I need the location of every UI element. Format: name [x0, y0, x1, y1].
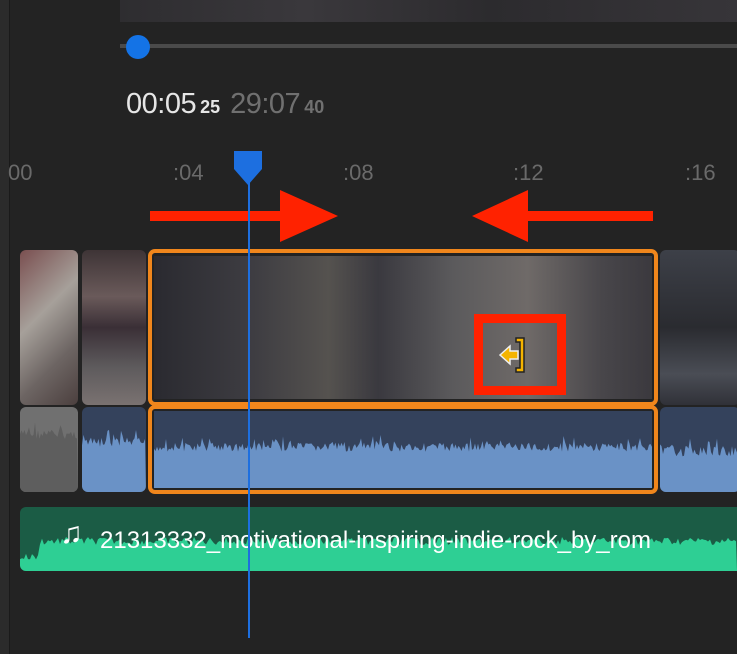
video-clip[interactable] [82, 250, 146, 405]
ruler-label: 00 [8, 160, 33, 185]
scrubber-handle[interactable] [126, 35, 150, 59]
audio-clip[interactable] [660, 407, 737, 492]
video-selection-outline [148, 249, 658, 406]
video-clip[interactable] [20, 250, 78, 405]
audio-waveform [82, 429, 146, 492]
current-frames: 25 [200, 97, 221, 117]
audio-waveform [660, 438, 737, 492]
trim-left-cursor-icon[interactable] [498, 335, 528, 375]
music-track-title: 21313332_motivational-inspiring-indie-ro… [100, 527, 651, 554]
left-panel-edge [0, 0, 10, 654]
right-arrow-icon [150, 190, 338, 242]
audio-clip[interactable] [20, 407, 78, 492]
scrubber-track[interactable] [120, 44, 737, 48]
music-note-icon: ♫ [60, 517, 83, 550]
ruler-label: :16 [685, 160, 716, 185]
duration-frames: 40 [304, 97, 325, 117]
music-track-clip[interactable]: ♫ 21313332_motivational-inspiring-indie-… [20, 507, 737, 571]
ruler-label: :08 [343, 160, 374, 185]
audio-clip[interactable] [82, 407, 146, 492]
ruler-label: :04 [173, 160, 204, 185]
timecode: 00:05 25 29:07 40 [126, 88, 334, 121]
current-time: 00:05 [126, 88, 197, 120]
duration: 29:07 [230, 88, 301, 120]
audio-selection-outline [148, 405, 658, 494]
ruler-label: :12 [513, 160, 544, 185]
video-preview [120, 0, 737, 22]
left-arrow-icon [472, 190, 653, 242]
audio-waveform [20, 422, 78, 492]
playhead-line [248, 180, 250, 638]
video-clip[interactable] [660, 250, 737, 405]
